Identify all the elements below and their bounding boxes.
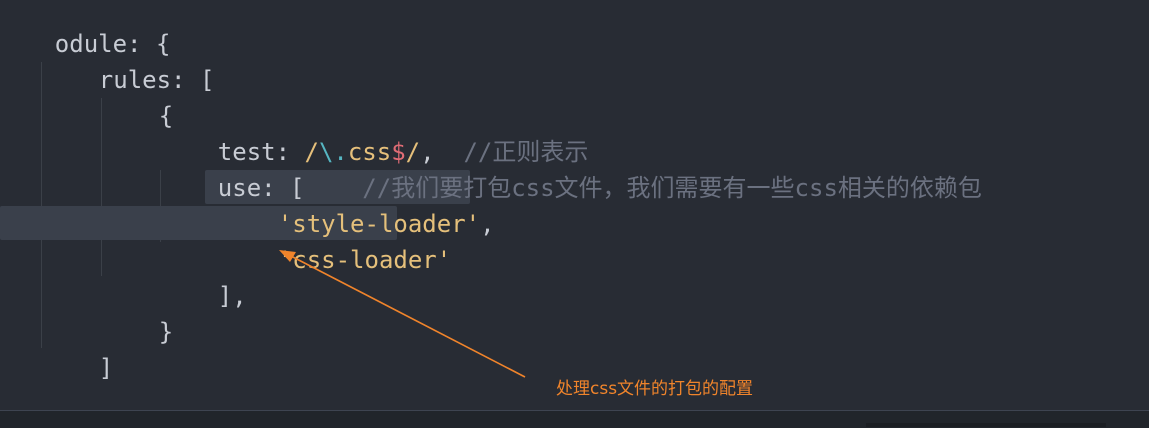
annotation-arrow <box>279 250 526 378</box>
annotation-label: 处理css文件的打包的配置 <box>556 379 754 399</box>
code-editor[interactable]: odule: { rules: [ { test: /\.css$/, //正则… <box>0 0 1149 410</box>
scrollbar-thumb[interactable] <box>866 423 1106 427</box>
